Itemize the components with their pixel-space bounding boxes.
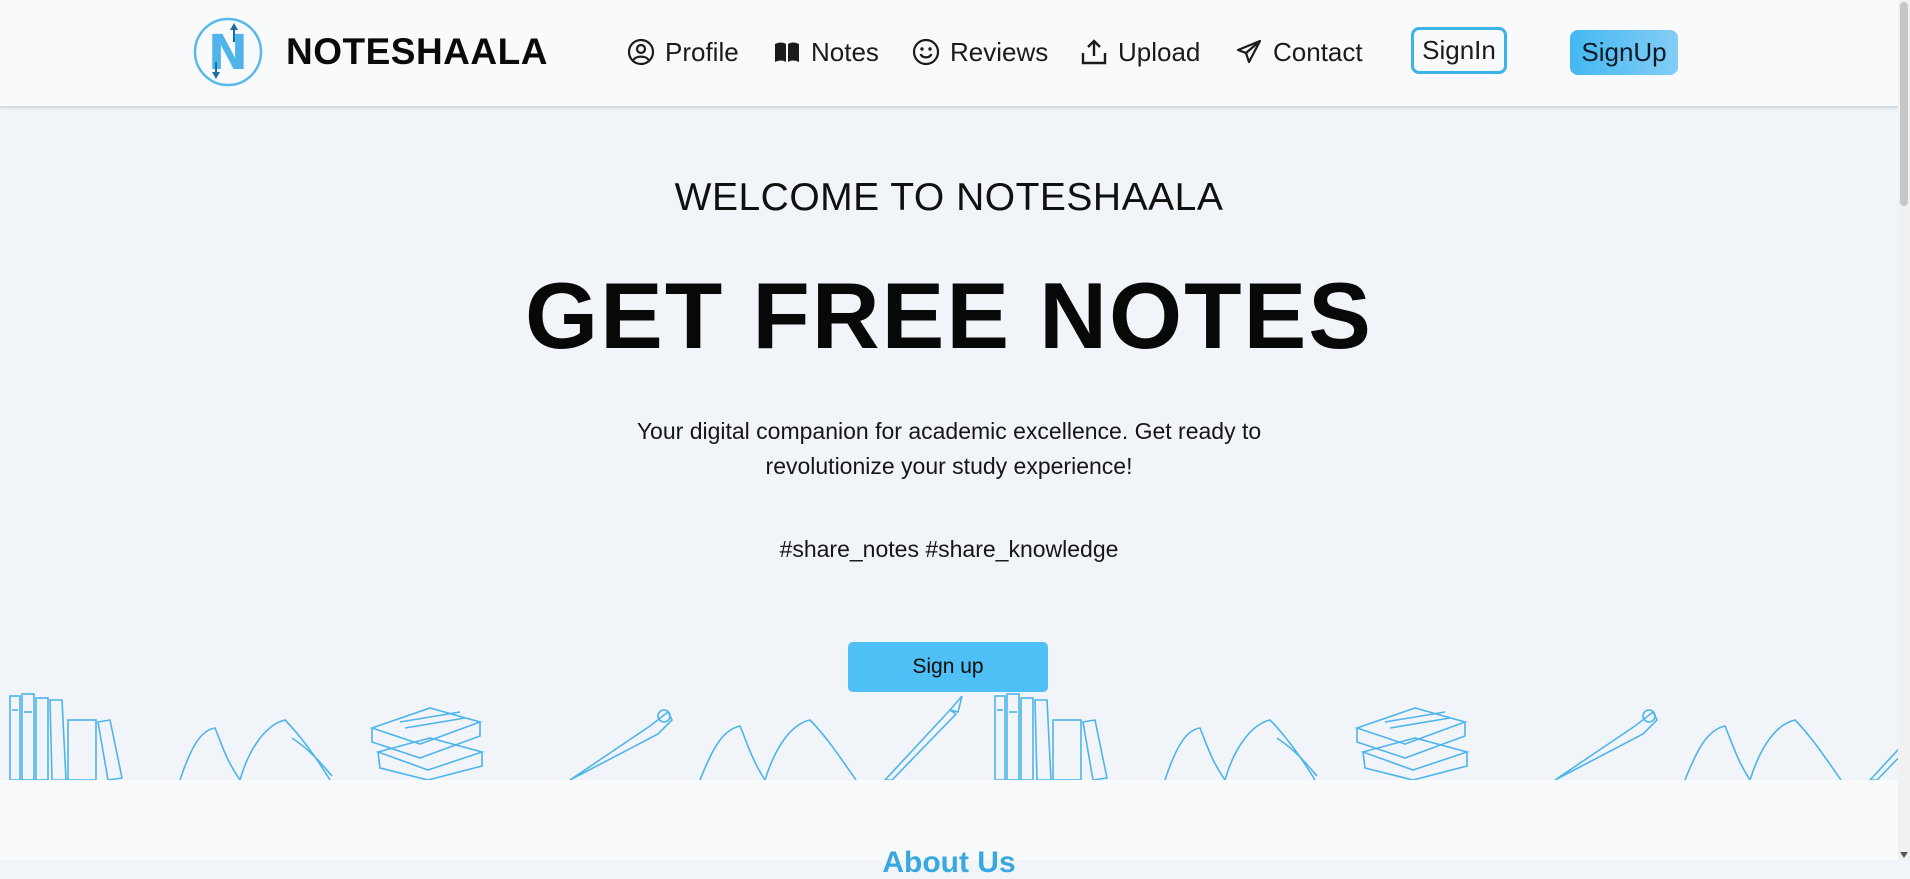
scrollbar-thumb[interactable] [1900, 2, 1908, 206]
upload-icon [1081, 39, 1107, 65]
nav-reviews-label: Reviews [950, 36, 1049, 67]
nav-upload-label: Upload [1118, 36, 1201, 67]
scroll-down-arrow-icon[interactable] [1900, 852, 1908, 858]
hero-tagline: Your digital companion for academic exce… [636, 418, 1262, 479]
nav-reviews[interactable]: Reviews [912, 30, 1048, 74]
page-scrollbar[interactable] [1898, 0, 1910, 860]
user-circle-icon [627, 38, 655, 66]
paper-plane-icon [1236, 39, 1262, 64]
nav-profile[interactable]: Profile [627, 30, 739, 74]
top-navbar: N NOTESHAALA Profile Notes Reviews Uploa… [0, 0, 1898, 108]
nav-contact[interactable]: Contact [1235, 30, 1363, 74]
hero-headline: GET FREE NOTES [525, 263, 1373, 368]
signin-button[interactable]: SignIn [1411, 27, 1507, 74]
nav-upload[interactable]: Upload [1080, 30, 1200, 74]
hero-signup-button[interactable]: Sign up [848, 642, 1048, 692]
smiley-icon [912, 38, 940, 66]
open-book-icon [775, 42, 799, 62]
nav-profile-label: Profile [665, 36, 739, 67]
signup-button[interactable]: SignUp [1570, 30, 1678, 75]
about-heading: About Us [882, 846, 1016, 879]
nav-notes[interactable]: Notes [773, 30, 879, 74]
books-illustration [0, 690, 1898, 780]
nav-notes-label: Notes [811, 36, 879, 67]
nav-contact-label: Contact [1273, 36, 1363, 67]
brand-name[interactable]: NOTESHAALA [286, 30, 548, 74]
hero-hashtags: #share_notes #share_knowledge [779, 536, 1119, 562]
noteshaala-logo-icon[interactable]: N [192, 16, 264, 88]
welcome-heading: WELCOME TO NOTESHAALA [674, 176, 1224, 219]
